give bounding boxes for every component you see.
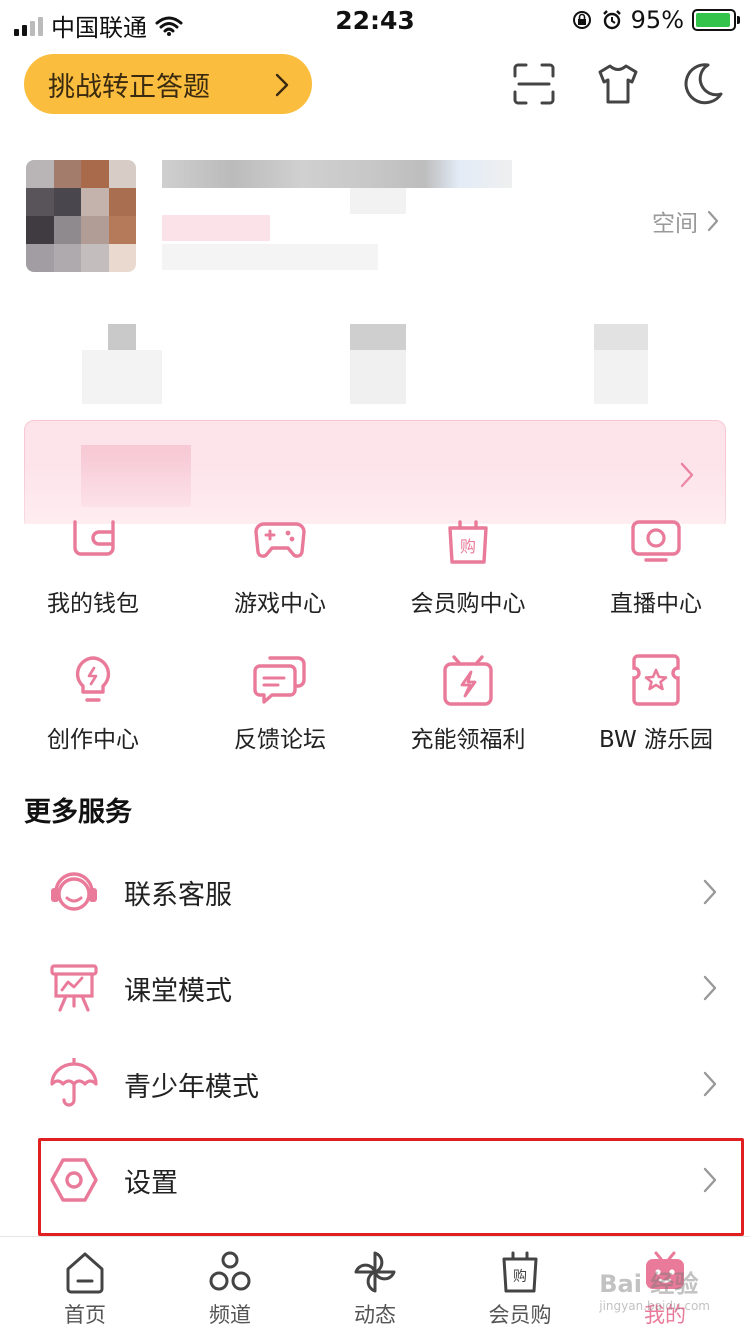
space-label: 空间 [652, 211, 698, 237]
watermark-text: Bai 经验 [599, 1270, 699, 1298]
grid-item-creator-center[interactable]: 创作中心 [0, 654, 186, 754]
list-item-settings[interactable]: 设置 [0, 1132, 750, 1228]
challenge-quiz-button[interactable]: 挑战转正答题 [24, 54, 312, 114]
grid-item-bw-park[interactable]: BW 游乐园 [563, 654, 749, 754]
channel-circles-icon [209, 1251, 251, 1291]
list-item-label: 青少年模式 [124, 1071, 259, 1103]
chevron-right-icon [703, 1167, 717, 1193]
tv-icon [631, 520, 681, 562]
pinwheel-icon [354, 1251, 396, 1293]
wallet-icon [73, 520, 115, 556]
grid-item-feedback-forum[interactable]: 反馈论坛 [187, 654, 373, 754]
top-action-icons [510, 60, 726, 108]
list-item-classroom-mode[interactable]: 课堂模式 [0, 940, 750, 1036]
status-bar: 中国联通 22:43 95% [0, 0, 750, 44]
shopping-bag-icon: 购 [448, 520, 488, 564]
service-label: 充能领福利 [410, 727, 526, 753]
space-link[interactable]: 空间 [652, 204, 720, 238]
challenge-label: 挑战转正答题 [48, 71, 210, 103]
service-label: 游戏中心 [234, 591, 326, 617]
list-item-label: 设置 [124, 1167, 178, 1199]
service-label: 反馈论坛 [234, 727, 326, 753]
service-label: 我的钱包 [47, 591, 139, 617]
tab-channel[interactable]: 频道 [180, 1249, 280, 1329]
battery-icon [692, 9, 740, 31]
list-item-label: 联系客服 [124, 879, 232, 911]
grid-item-game-center[interactable]: 游戏中心 [187, 522, 373, 618]
gift-lightning-icon [443, 655, 493, 706]
chat-bubbles-icon [253, 656, 306, 704]
list-item-contact-support[interactable]: 联系客服 [0, 844, 750, 940]
service-grid: 我的钱包 游戏中心 购 会员购中心 直播中心 创作中心 反馈论坛 充能领福利 B… [0, 520, 750, 760]
tab-label: 动态 [354, 1303, 396, 1327]
tab-dynamic[interactable]: 动态 [325, 1249, 425, 1329]
home-icon [66, 1252, 104, 1294]
service-label: 创作中心 [47, 727, 139, 753]
grid-item-wallet[interactable]: 我的钱包 [0, 520, 186, 618]
list-item-teen-mode[interactable]: 青少年模式 [0, 1036, 750, 1132]
chevron-right-icon [703, 879, 717, 905]
hexagon-settings-icon [50, 1158, 98, 1202]
watermark-sub: jingyan.baidu.com [599, 1299, 710, 1313]
lightbulb-icon [75, 656, 111, 702]
tab-home[interactable]: 首页 [35, 1249, 135, 1329]
star-ticket-icon [632, 654, 680, 706]
carrier-name: 中国联通 [51, 14, 147, 42]
battery-fill [696, 13, 731, 27]
scan-icon[interactable] [510, 60, 558, 108]
section-title-more-services: 更多服务 [24, 797, 132, 828]
grid-item-live-center[interactable]: 直播中心 [563, 520, 749, 618]
tab-vip-shop[interactable]: 购 会员购 [470, 1249, 570, 1329]
wifi-icon [155, 16, 183, 36]
status-left: 中国联通 [14, 8, 183, 43]
chevron-right-icon [703, 975, 717, 1001]
rotation-lock-icon [572, 11, 591, 29]
shopping-bag-icon: 购 [502, 1251, 538, 1293]
tab-label: 频道 [209, 1303, 251, 1327]
tab-label: 会员购 [488, 1303, 552, 1327]
service-label: BW 游乐园 [598, 727, 713, 753]
chevron-right-icon [707, 210, 719, 232]
tab-label: 首页 [64, 1303, 106, 1327]
headset-icon [51, 872, 97, 911]
cellular-signal-icon [14, 16, 43, 36]
svg-text:购: 购 [460, 537, 476, 556]
grid-item-charge-benefits[interactable]: 充能领福利 [375, 654, 561, 754]
svg-text:购: 购 [513, 1269, 527, 1285]
chevron-right-icon [275, 73, 289, 97]
grid-item-vip-shop[interactable]: 购 会员购中心 [375, 520, 561, 618]
avatar[interactable] [26, 160, 136, 272]
alarm-icon [602, 10, 621, 30]
tshirt-icon[interactable] [594, 60, 642, 108]
banner-fade [0, 460, 750, 524]
chevron-right-icon [703, 1071, 717, 1097]
service-label: 直播中心 [610, 591, 702, 617]
service-label: 会员购中心 [410, 591, 526, 617]
presentation-board-icon [50, 964, 98, 1012]
moon-icon[interactable] [678, 60, 726, 108]
gamepad-icon [254, 522, 306, 558]
baidu-jingyan-watermark: Bai 经验 jingyan.baidu.com [599, 1264, 710, 1313]
status-right: 95% [571, 6, 740, 34]
umbrella-icon [50, 1058, 98, 1107]
list-item-label: 课堂模式 [124, 975, 232, 1007]
battery-percent: 95% [630, 6, 684, 34]
